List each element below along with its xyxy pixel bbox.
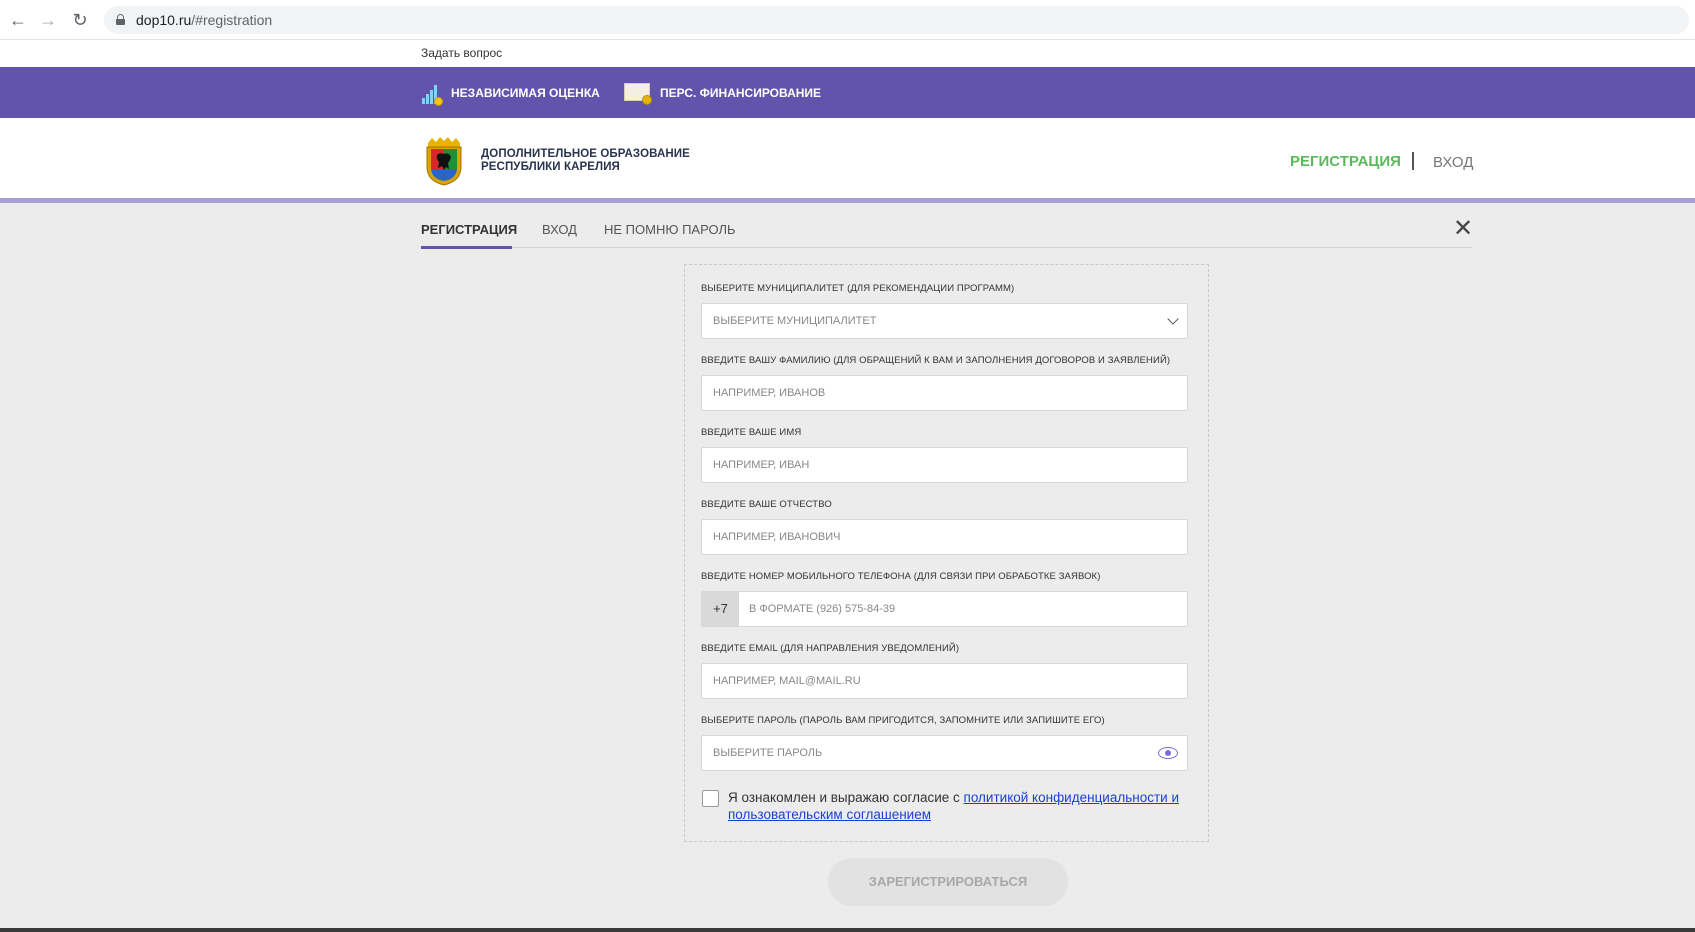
logo-line-1: ДОПОЛНИТЕЛЬНОЕ ОБРАЗОВАНИЕ: [481, 148, 690, 160]
header-divider: [1412, 152, 1414, 170]
forward-arrow-icon[interactable]: →: [36, 8, 60, 32]
header-registration-link[interactable]: РЕГИСТРАЦИЯ: [1290, 153, 1401, 170]
nav-personal-funding-label: ПЕРС. ФИНАНСИРОВАНИЕ: [660, 85, 822, 100]
active-tab-indicator: [421, 246, 512, 249]
nav-independent-assessment-label: НЕЗАВИСИМАЯ ОЦЕНКА: [451, 85, 600, 100]
municipality-select[interactable]: ВЫБЕРИТЕ МУНИЦИПАЛИТЕТ: [701, 303, 1188, 339]
back-arrow-icon[interactable]: ←: [6, 8, 30, 32]
url-host: dop10.ru: [136, 12, 192, 28]
name-placeholder: НАПРИМЕР, ИВАН: [713, 459, 810, 471]
email-input[interactable]: НАПРИМЕР, MAIL@MAIL.RU: [701, 663, 1188, 699]
url-text: dop10.ru/#registration: [136, 12, 272, 28]
phone-placeholder: В ФОРМАТЕ (926) 575-84-39: [749, 603, 896, 615]
consent-checkbox[interactable]: [702, 790, 719, 807]
tabs-divider: [421, 247, 1472, 248]
surname-label: ВВЕДИТЕ ВАШУ ФАМИЛИЮ (ДЛЯ ОБРАЩЕНИЙ К ВА…: [701, 355, 1171, 366]
certificate-icon: [624, 81, 652, 105]
nav-independent-assessment[interactable]: НЕЗАВИСИМАЯ ОЦЕНКА: [421, 67, 600, 118]
name-label: ВВЕДИТЕ ВАШЕ ИМЯ: [701, 427, 802, 438]
email-placeholder: НАПРИМЕР, MAIL@MAIL.RU: [713, 675, 861, 687]
phone-prefix: +7: [702, 592, 739, 626]
top-link-bar: Задать вопрос: [0, 40, 1695, 67]
patronymic-label: ВВЕДИТЕ ВАШЕ ОТЧЕСТВО: [701, 499, 832, 510]
phone-label: ВВЕДИТЕ НОМЕР МОБИЛЬНОГО ТЕЛЕФОНА (ДЛЯ С…: [701, 571, 1101, 582]
consent-prefix: Я ознакомлен и выражаю согласие с: [728, 790, 964, 805]
phone-input[interactable]: +7 В ФОРМАТЕ (926) 575-84-39: [701, 591, 1188, 627]
purple-nav: НЕЗАВИСИМАЯ ОЦЕНКА ПЕРС. ФИНАНСИРОВАНИЕ: [0, 67, 1695, 118]
logo-title[interactable]: ДОПОЛНИТЕЛЬНОЕ ОБРАЗОВАНИЕ РЕСПУБЛИКИ КА…: [481, 148, 690, 174]
browser-toolbar: ← → ↻ dop10.ru/#registration: [0, 0, 1695, 40]
patronymic-placeholder: НАПРИМЕР, ИВАНОВИЧ: [713, 531, 841, 543]
logo-line-2: РЕСПУБЛИКИ КАРЕЛИЯ: [481, 161, 620, 173]
eye-icon[interactable]: [1158, 746, 1178, 760]
municipality-label: ВЫБЕРИТЕ МУНИЦИПАЛИТЕТ (ДЛЯ РЕКОМЕНДАЦИИ…: [701, 283, 1015, 294]
surname-input[interactable]: НАПРИМЕР, ИВАНОВ: [701, 375, 1188, 411]
lock-icon: [116, 14, 125, 25]
name-input[interactable]: НАПРИМЕР, ИВАН: [701, 447, 1188, 483]
email-label: ВВЕДИТЕ EMAIL (ДЛЯ НАПРАВЛЕНИЯ УВЕДОМЛЕН…: [701, 643, 960, 654]
url-path: /#registration: [191, 12, 273, 28]
nav-personal-funding[interactable]: ПЕРС. ФИНАНСИРОВАНИЕ: [624, 67, 821, 118]
tab-forgot-password[interactable]: НЕ ПОМНЮ ПАРОЛЬ: [604, 222, 736, 237]
municipality-placeholder: ВЫБЕРИТЕ МУНИЦИПАЛИТЕТ: [713, 315, 877, 327]
chevron-down-icon: [1167, 313, 1179, 325]
password-input[interactable]: ВЫБЕРИТЕ ПАРОЛЬ: [701, 735, 1188, 771]
password-placeholder: ВЫБЕРИТЕ ПАРОЛЬ: [713, 747, 823, 759]
password-label: ВЫБЕРИТЕ ПАРОЛЬ (ПАРОЛЬ ВАМ ПРИГОДИТСЯ, …: [701, 715, 1105, 726]
header-login-link[interactable]: ВХОД: [1433, 154, 1473, 171]
surname-placeholder: НАПРИМЕР, ИВАНОВ: [713, 387, 826, 399]
close-icon[interactable]: ✕: [1453, 217, 1473, 241]
karelia-emblem-icon[interactable]: [424, 135, 464, 187]
ask-question-link[interactable]: Задать вопрос: [421, 46, 502, 60]
reload-icon[interactable]: ↻: [68, 8, 92, 32]
consent-text: Я ознакомлен и выражаю согласие с полити…: [728, 790, 1198, 823]
footer-strip: [0, 928, 1695, 932]
tab-registration[interactable]: РЕГИСТРАЦИЯ: [421, 222, 517, 237]
chart-coin-icon: [421, 80, 443, 106]
patronymic-input[interactable]: НАПРИМЕР, ИВАНОВИЧ: [701, 519, 1188, 555]
address-bar[interactable]: dop10.ru/#registration: [104, 6, 1689, 34]
tab-login[interactable]: ВХОД: [542, 222, 577, 237]
register-button[interactable]: ЗАРЕГИСТРИРОВАТЬСЯ: [828, 858, 1068, 906]
